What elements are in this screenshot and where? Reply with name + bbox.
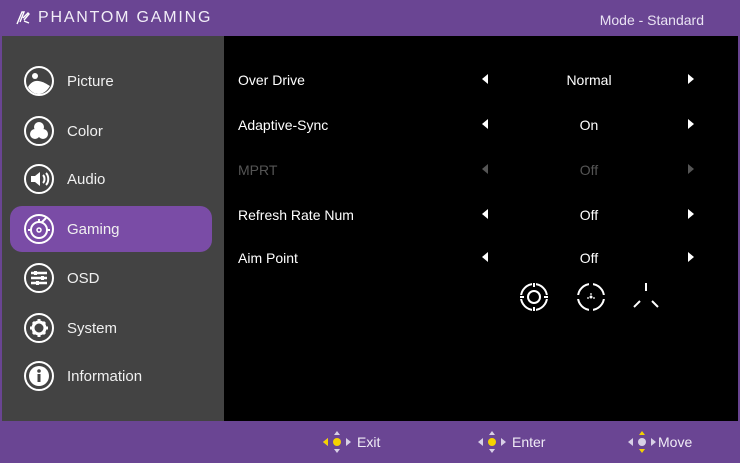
- color-icon: [24, 116, 54, 146]
- arrow-right-icon[interactable]: [688, 119, 694, 129]
- sidebar-item-osd[interactable]: OSD: [10, 255, 212, 301]
- setting-label: Aim Point: [238, 250, 298, 266]
- dpad-updown-icon: [628, 431, 656, 453]
- crosshair-dot-circle-icon[interactable]: [574, 280, 608, 314]
- setting-label: MPRT: [238, 162, 278, 178]
- setting-value: On: [579, 117, 599, 133]
- crosshair-circle-icon[interactable]: [517, 280, 551, 314]
- setting-value: Off: [579, 162, 599, 178]
- system-icon: [24, 313, 54, 343]
- sidebar-item-label: OSD: [67, 269, 100, 287]
- sidebar-item-information[interactable]: Information: [10, 353, 212, 399]
- arrow-right-icon: [688, 164, 694, 174]
- setting-label: Over Drive: [238, 72, 305, 88]
- brand-name: PHANTOM GAMING: [38, 9, 213, 26]
- osd-icon: [24, 263, 54, 293]
- arrow-right-icon[interactable]: [688, 252, 694, 262]
- setting-row-adaptive-sync[interactable]: Adaptive-Sync On: [224, 113, 738, 137]
- sidebar-item-label: Information: [67, 367, 143, 385]
- sidebar-item-label: System: [67, 319, 118, 337]
- setting-row-aim-point[interactable]: Aim Point Off: [224, 246, 738, 270]
- setting-row-over-drive[interactable]: Over Drive Normal: [224, 68, 738, 92]
- picture-icon: [24, 66, 54, 96]
- setting-value: Normal: [566, 72, 612, 88]
- enter-label: Enter: [512, 434, 546, 450]
- phantom-gaming-logo-icon: [16, 11, 30, 25]
- setting-value: Off: [579, 207, 599, 223]
- setting-label: Adaptive-Sync: [238, 117, 329, 133]
- audio-icon: [24, 164, 54, 194]
- setting-value: Off: [579, 250, 599, 266]
- sidebar: Picture Color Audio Gaming OSD System In…: [2, 36, 224, 421]
- setting-row-mprt: MPRT Off: [224, 158, 738, 182]
- arrow-right-icon[interactable]: [688, 209, 694, 219]
- arrow-left-icon[interactable]: [482, 209, 488, 219]
- sidebar-item-color[interactable]: Color: [10, 108, 212, 154]
- sidebar-item-system[interactable]: System: [10, 305, 212, 351]
- sidebar-item-label: Audio: [67, 170, 106, 188]
- gaming-icon: [24, 214, 54, 244]
- crosshair-tri-icon[interactable]: [629, 280, 663, 314]
- hint-enter: Enter: [477, 430, 545, 454]
- dpad-left-icon: [323, 431, 351, 453]
- arrow-left-icon[interactable]: [482, 74, 488, 84]
- arrow-left-icon[interactable]: [482, 119, 488, 129]
- header-bar: PHANTOM GAMING Mode - Standard: [0, 0, 740, 36]
- sidebar-item-label: Picture: [67, 72, 114, 90]
- information-icon: [24, 361, 54, 391]
- footer-bar: Exit Enter Move: [0, 421, 740, 463]
- settings-panel: Over Drive Normal Adaptive-Sync On MPRT …: [224, 36, 738, 421]
- sidebar-item-picture[interactable]: Picture: [10, 58, 212, 104]
- hint-exit: Exit: [322, 430, 380, 454]
- exit-label: Exit: [357, 434, 381, 450]
- arrow-right-icon[interactable]: [688, 74, 694, 84]
- brand: PHANTOM GAMING: [14, 9, 212, 27]
- setting-row-refresh-rate-num[interactable]: Refresh Rate Num Off: [224, 203, 738, 227]
- sidebar-item-audio[interactable]: Audio: [10, 156, 212, 202]
- dpad-center-icon: [478, 431, 506, 453]
- move-label: Move: [658, 434, 693, 450]
- mode-indicator: Mode - Standard: [599, 12, 704, 28]
- setting-label: Refresh Rate Num: [238, 207, 354, 223]
- arrow-left-icon: [482, 164, 488, 174]
- sidebar-item-label: Color: [67, 122, 103, 140]
- sidebar-item-gaming[interactable]: Gaming: [10, 206, 212, 252]
- arrow-left-icon[interactable]: [482, 252, 488, 262]
- sidebar-item-label: Gaming: [67, 220, 120, 238]
- hint-move: Move: [627, 430, 692, 454]
